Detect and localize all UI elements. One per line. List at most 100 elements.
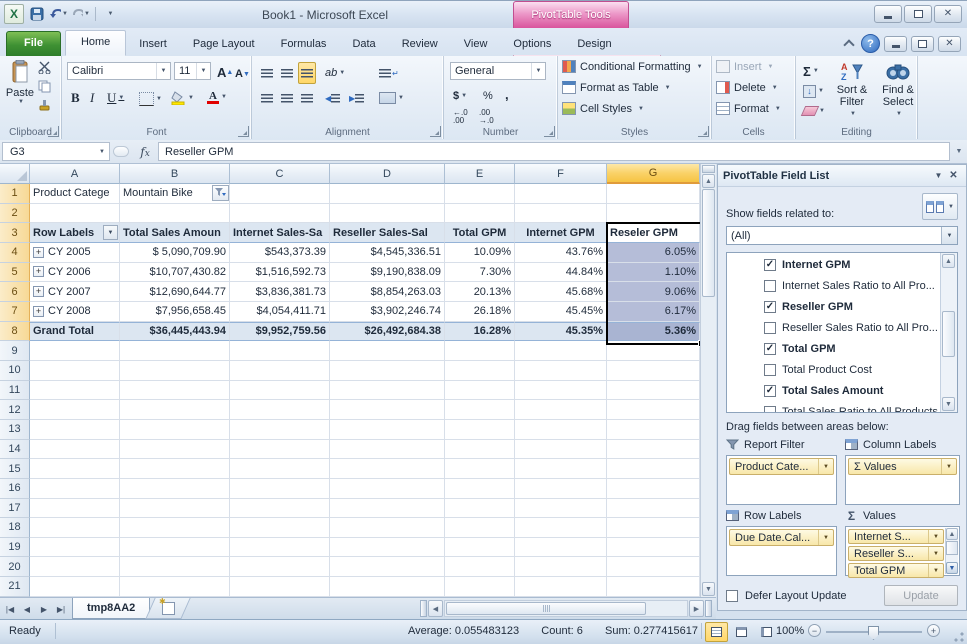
horizontal-split-handle[interactable] bbox=[705, 600, 712, 617]
font-color-button[interactable]: A▼ bbox=[204, 86, 230, 108]
underline-button[interactable]: U▼ bbox=[104, 87, 127, 109]
cell-C5[interactable]: $1,516,592.73 bbox=[230, 263, 330, 283]
cell-E8[interactable]: 16.28% bbox=[445, 322, 515, 342]
copy-button[interactable] bbox=[38, 80, 52, 96]
pane-close-icon[interactable]: ✕ bbox=[946, 170, 961, 181]
cell-C19[interactable] bbox=[230, 538, 330, 558]
align-left-button[interactable] bbox=[258, 87, 276, 109]
cell-B17[interactable] bbox=[120, 499, 230, 519]
cell-C10[interactable] bbox=[230, 361, 330, 381]
resize-grip[interactable] bbox=[953, 631, 965, 643]
cell-E20[interactable] bbox=[445, 557, 515, 577]
field-pill[interactable]: Reseller S...▼ bbox=[848, 546, 944, 561]
cell-C20[interactable] bbox=[230, 557, 330, 577]
cell-G16[interactable] bbox=[607, 479, 700, 499]
tab-design[interactable]: Design bbox=[564, 32, 624, 56]
field-pill[interactable]: Internet S...▼ bbox=[848, 529, 944, 544]
row-header-12[interactable]: 12 bbox=[0, 400, 30, 420]
cell-D21[interactable] bbox=[330, 577, 445, 597]
cell-F2[interactable] bbox=[515, 204, 607, 224]
font-size-combo[interactable]: 11▼ bbox=[174, 62, 211, 80]
cell-G21[interactable] bbox=[607, 577, 700, 597]
cell-A9[interactable] bbox=[30, 341, 120, 361]
cell-C14[interactable] bbox=[230, 440, 330, 460]
field-item[interactable]: Reseller Sales Ratio to All Pro... bbox=[727, 317, 940, 338]
cell-D19[interactable] bbox=[330, 538, 445, 558]
next-sheet-icon[interactable]: ▶ bbox=[36, 601, 52, 617]
row-header-14[interactable]: 14 bbox=[0, 440, 30, 460]
cell-A14[interactable] bbox=[30, 440, 120, 460]
scroll-right-icon[interactable]: ▶ bbox=[689, 600, 704, 617]
tab-data[interactable]: Data bbox=[339, 32, 388, 56]
field-checkbox[interactable] bbox=[764, 322, 776, 334]
row-labels-dropdown-icon[interactable]: ▼ bbox=[103, 225, 118, 240]
cell-F4[interactable]: 43.76% bbox=[515, 243, 607, 263]
row-header-13[interactable]: 13 bbox=[0, 420, 30, 440]
cell-A19[interactable] bbox=[30, 538, 120, 558]
cell-B20[interactable] bbox=[120, 557, 230, 577]
cell-E19[interactable] bbox=[445, 538, 515, 558]
insert-cells-button[interactable]: Insert▼ bbox=[712, 56, 795, 77]
fill-color-button[interactable]: ▼ bbox=[168, 87, 197, 109]
cell-G7[interactable]: 6.17% bbox=[607, 302, 700, 322]
column-header-G[interactable]: G bbox=[607, 164, 700, 184]
pill-dropdown-icon[interactable]: ▼ bbox=[818, 459, 833, 474]
field-checkbox[interactable] bbox=[764, 406, 776, 413]
source-filter-dropdown[interactable]: (All)▼ bbox=[726, 226, 958, 245]
minimize-button[interactable] bbox=[874, 5, 902, 23]
pill-dropdown-icon[interactable]: ▼ bbox=[941, 459, 956, 474]
cell-A18[interactable] bbox=[30, 518, 120, 538]
cell-A16[interactable] bbox=[30, 479, 120, 499]
values-scroll-down-icon[interactable]: ▼ bbox=[946, 562, 958, 574]
redo-button[interactable]: ▼ bbox=[72, 6, 90, 23]
column-labels-area[interactable]: Σ Values▼ bbox=[845, 455, 960, 505]
cell-A2[interactable] bbox=[30, 204, 120, 224]
cut-button[interactable] bbox=[38, 61, 52, 77]
cell-E21[interactable] bbox=[445, 577, 515, 597]
expand-icon[interactable]: + bbox=[33, 247, 44, 258]
page-break-view-button[interactable] bbox=[755, 622, 778, 642]
row-header-20[interactable]: 20 bbox=[0, 557, 30, 577]
cell-B8[interactable]: $36,445,443.94 bbox=[120, 322, 230, 342]
align-right-button[interactable] bbox=[298, 87, 316, 109]
cell-D4[interactable]: $4,545,336.51 bbox=[330, 243, 445, 263]
column-header-C[interactable]: C bbox=[230, 164, 330, 184]
cell-B15[interactable] bbox=[120, 459, 230, 479]
cell-D20[interactable] bbox=[330, 557, 445, 577]
cell-D3[interactable]: Reseller Sales-Sal bbox=[330, 223, 445, 243]
pane-menu-icon[interactable]: ▼ bbox=[931, 171, 946, 180]
cell-F19[interactable] bbox=[515, 538, 607, 558]
pill-dropdown-icon[interactable]: ▼ bbox=[818, 530, 833, 545]
shrink-font-button[interactable]: A▼ bbox=[232, 63, 253, 85]
prev-sheet-icon[interactable]: ◀ bbox=[19, 601, 35, 617]
column-header-F[interactable]: F bbox=[515, 164, 607, 184]
field-item[interactable]: Total Sales Ratio to All Products bbox=[727, 401, 940, 412]
cell-F13[interactable] bbox=[515, 420, 607, 440]
cell-G20[interactable] bbox=[607, 557, 700, 577]
accounting-format-button[interactable]: $▼ bbox=[450, 85, 470, 107]
field-list-scrollbar[interactable]: ▲ ▼ bbox=[940, 253, 957, 412]
middle-align-button[interactable] bbox=[278, 62, 296, 84]
workbook-minimize-button[interactable] bbox=[884, 36, 907, 52]
tab-options[interactable]: Options bbox=[500, 32, 564, 56]
cell-F1[interactable] bbox=[515, 184, 607, 204]
comma-style-button[interactable]: , bbox=[502, 83, 512, 105]
cell-B21[interactable] bbox=[120, 577, 230, 597]
cell-E14[interactable] bbox=[445, 440, 515, 460]
report-filter-icon[interactable] bbox=[212, 185, 229, 201]
styles-dialog-launcher-icon[interactable] bbox=[698, 126, 709, 137]
row-header-18[interactable]: 18 bbox=[0, 518, 30, 538]
clipboard-dialog-launcher-icon[interactable] bbox=[48, 126, 59, 137]
row-header-3[interactable]: 3 bbox=[0, 223, 30, 243]
cell-D8[interactable]: $26,492,684.38 bbox=[330, 322, 445, 342]
font-name-combo[interactable]: Calibri▼ bbox=[67, 62, 171, 80]
cell-F18[interactable] bbox=[515, 518, 607, 538]
update-button[interactable]: Update bbox=[884, 585, 958, 606]
cell-B5[interactable]: $10,707,430.82 bbox=[120, 263, 230, 283]
find-select-button[interactable]: Find & Select▼ bbox=[876, 58, 920, 122]
field-item[interactable]: ✓Internet GPM bbox=[727, 254, 940, 275]
format-as-table-button[interactable]: Format as Table▼ bbox=[558, 77, 711, 98]
insert-worksheet-icon[interactable] bbox=[145, 598, 190, 619]
row-header-16[interactable]: 16 bbox=[0, 479, 30, 499]
cell-A12[interactable] bbox=[30, 400, 120, 420]
